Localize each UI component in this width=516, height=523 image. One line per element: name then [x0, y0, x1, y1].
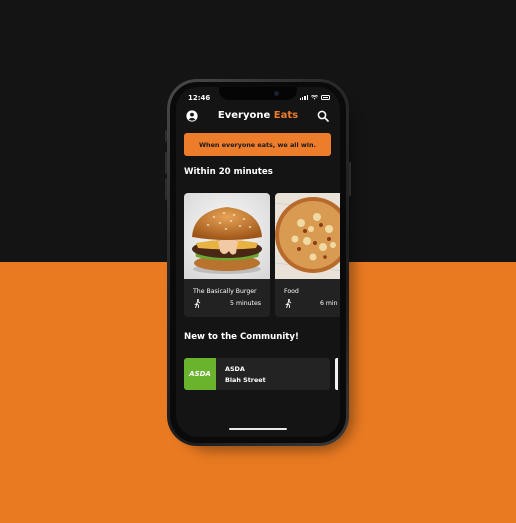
store-logo: ASDA	[184, 358, 216, 390]
status-time: 12:46	[188, 94, 211, 102]
battery-icon	[321, 95, 330, 100]
signal-icon	[299, 95, 308, 100]
pizza-image	[275, 193, 340, 279]
notch	[219, 87, 297, 100]
front-camera	[274, 91, 279, 96]
wifi-icon	[311, 95, 318, 100]
section-title-new: New to the Community!	[184, 332, 299, 342]
phone-screen: 12:46 Everyone Eats When everyone eats, …	[176, 87, 340, 437]
walk-icon	[285, 299, 292, 308]
volume-up-button	[165, 152, 167, 174]
status-icons	[299, 95, 330, 100]
app-title-main: Everyone	[217, 110, 271, 121]
app-header: Everyone Eats	[176, 107, 340, 125]
store-address: Blah Street	[225, 376, 266, 384]
power-button	[349, 162, 351, 196]
walk-icon	[194, 299, 201, 308]
home-indicator[interactable]	[229, 428, 287, 430]
app-title: Everyone Eats	[176, 110, 340, 121]
restaurant-card[interactable]: Food 6 min	[275, 193, 340, 317]
walk-time: 6 min	[320, 300, 338, 307]
restaurant-card[interactable]: The Basically Burger 5 minutes	[184, 193, 270, 317]
search-icon[interactable]	[317, 110, 329, 122]
volume-down-button	[165, 178, 167, 200]
restaurant-name: The Basically Burger	[193, 288, 257, 295]
mute-switch	[165, 130, 167, 142]
tagline-banner[interactable]: When everyone eats, we all win.	[184, 133, 331, 156]
section-title-nearby: Within 20 minutes	[184, 167, 273, 177]
next-store-peek[interactable]	[335, 358, 338, 390]
store-name: ASDA	[225, 365, 245, 373]
walk-time: 5 minutes	[230, 300, 261, 307]
app-title-accent: Eats	[273, 110, 299, 121]
restaurant-name: Food	[284, 288, 299, 295]
burger-image	[184, 193, 270, 279]
store-list-item[interactable]: ASDA ASDA Blah Street	[184, 358, 330, 390]
